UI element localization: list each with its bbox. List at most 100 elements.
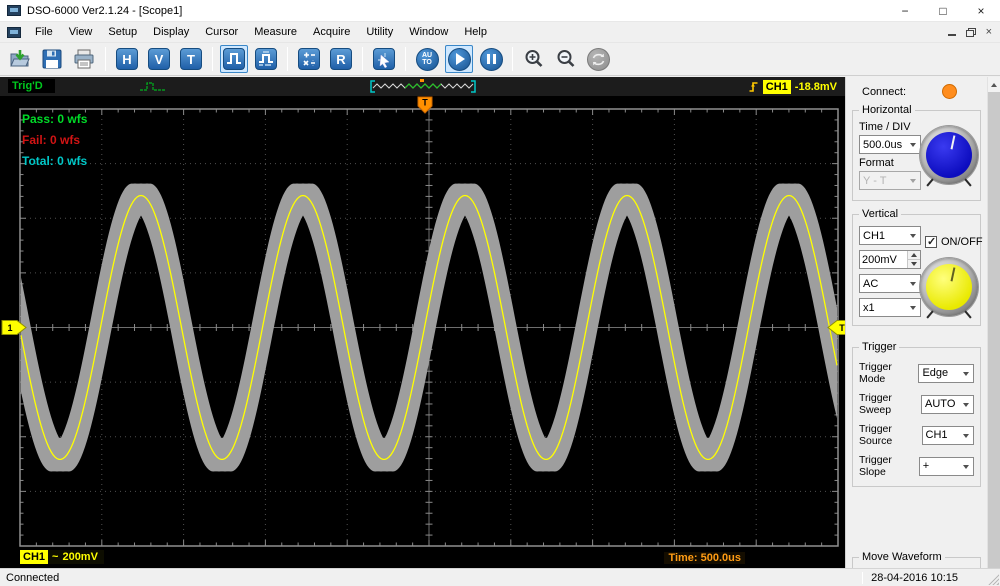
menu-item-file[interactable]: File — [27, 24, 61, 40]
channel-onoff-checkbox[interactable] — [925, 236, 937, 248]
toolbar-separator — [405, 47, 406, 71]
pause-icon — [480, 48, 503, 71]
coupling-select[interactable]: AC — [859, 274, 921, 293]
spin-up-button[interactable] — [908, 251, 920, 260]
mdi-restore-button[interactable] — [966, 28, 976, 37]
window-title: DSO-6000 Ver2.1.24 - [Scope1] — [27, 5, 182, 17]
minimize-button[interactable]: − — [886, 0, 924, 21]
trigger-slope-select[interactable]: + — [919, 457, 974, 476]
app-icon — [7, 5, 21, 16]
volts-div-input[interactable] — [860, 251, 907, 268]
zoom-out-icon — [555, 48, 577, 70]
statusbar-separator — [862, 572, 863, 584]
horizontal-settings-button[interactable]: H — [113, 45, 141, 73]
toolbar: H V T — [0, 42, 1000, 76]
printer-icon — [73, 48, 95, 70]
trigger-readout: CH1 -18.8mV — [748, 79, 837, 94]
zoom-out-button[interactable] — [552, 45, 580, 73]
run-button[interactable] — [445, 45, 473, 73]
total-count: Total: 0 wfs — [22, 154, 87, 168]
mask-limits-button[interactable] — [252, 45, 280, 73]
scroll-up-button[interactable] — [988, 77, 1000, 92]
onoff-label: ON/OFF — [941, 236, 983, 248]
channel-select[interactable]: CH1 — [859, 226, 921, 245]
waveform-preview[interactable] — [367, 79, 479, 94]
connection-status: Connected — [0, 572, 862, 584]
resize-grip[interactable] — [987, 573, 999, 585]
auto-setup-button[interactable]: AU TO — [413, 45, 441, 73]
probe-select[interactable]: x1 — [859, 298, 921, 317]
spin-down-button[interactable] — [908, 260, 920, 268]
maximize-button[interactable]: □ — [924, 0, 962, 21]
pulse-indicator-icon — [138, 80, 168, 93]
move-waveform-title: Move Waveform — [859, 551, 945, 563]
trigger-settings-button[interactable]: T — [177, 45, 205, 73]
close-button[interactable]: × — [962, 0, 1000, 21]
trigger-slope-icon — [748, 80, 759, 93]
play-icon — [448, 48, 471, 71]
vertical-group-title: Vertical — [859, 208, 901, 220]
menu-item-view[interactable]: View — [61, 24, 101, 40]
print-button[interactable] — [70, 45, 98, 73]
menu-item-measure[interactable]: Measure — [246, 24, 305, 40]
trigger-source-select-wrap: CH1 — [922, 426, 975, 445]
menu-item-cursor[interactable]: Cursor — [197, 24, 246, 40]
menu-item-utility[interactable]: Utility — [358, 24, 401, 40]
channel-select-wrap: CH1 — [859, 226, 921, 245]
open-button[interactable] — [6, 45, 34, 73]
menu-item-display[interactable]: Display — [145, 24, 197, 40]
horizontal-group-title: Horizontal — [859, 104, 915, 116]
zoom-in-button[interactable] — [520, 45, 548, 73]
scope-status-bar: Trig'D CH1 -18.8mV — [0, 77, 845, 96]
scope-area: Trig'D CH1 -18.8mV T1T Pas — [0, 77, 845, 568]
save-floppy-icon — [41, 48, 63, 70]
vertical-knob[interactable] — [920, 258, 978, 316]
coupling-symbol: ~ — [52, 551, 58, 563]
toolbar-separator — [512, 47, 513, 71]
trigger-status: Trig'D — [8, 79, 55, 93]
vertical-settings-button[interactable]: V — [145, 45, 173, 73]
channel-scale: 200mV — [62, 551, 97, 563]
horizontal-group: Horizontal Time / DIV 500.0us Format Y -… — [852, 104, 981, 201]
trigger-source-label: Trigger Source — [859, 423, 922, 447]
timebase-readout: Time: 500.0us — [664, 552, 745, 564]
save-button[interactable] — [38, 45, 66, 73]
menu-item-window[interactable]: Window — [401, 24, 456, 40]
probe-select-wrap: x1 — [859, 298, 921, 317]
reference-button[interactable]: R — [327, 45, 355, 73]
refresh-icon — [587, 48, 610, 71]
zoom-in-icon — [523, 48, 545, 70]
pass-fail-mask-button[interactable] — [220, 45, 248, 73]
panel-scrollbar[interactable] — [987, 77, 1000, 568]
menu-item-setup[interactable]: Setup — [100, 24, 145, 40]
horizontal-knob[interactable] — [920, 126, 978, 184]
trigger-sweep-select-wrap: AUTO — [921, 395, 974, 414]
pause-button[interactable] — [477, 45, 505, 73]
trigger-group-title: Trigger — [859, 341, 899, 353]
trigger-source-select[interactable]: CH1 — [922, 426, 975, 445]
time-div-select[interactable]: 500.0us — [859, 135, 921, 154]
mdi-close-button[interactable]: × — [986, 28, 992, 37]
pointer-icon — [373, 48, 395, 70]
scope-doc-icon[interactable] — [7, 27, 21, 38]
trigger-mode-select[interactable]: Edge — [918, 364, 974, 383]
r-letter-icon: R — [330, 48, 352, 70]
connect-status-indicator[interactable] — [942, 84, 957, 99]
fail-count: Fail: 0 wfs — [22, 133, 80, 147]
trigger-sweep-select[interactable]: AUTO — [921, 395, 974, 414]
format-select-wrap: Y - T — [859, 171, 921, 190]
trigger-slope-label: Trigger Slope — [859, 454, 919, 478]
h-letter-icon: H — [116, 48, 138, 70]
scope-display: T1T Pass: 0 wfs Fail: 0 wfs Total: 0 wfs… — [0, 96, 845, 568]
refresh-button[interactable] — [584, 45, 612, 73]
auto-icon: AU TO — [416, 48, 439, 71]
menu-item-acquire[interactable]: Acquire — [305, 24, 358, 40]
channel-position-marker-label: 1 — [7, 323, 12, 333]
format-select: Y - T — [859, 171, 921, 190]
menu-item-help[interactable]: Help — [456, 24, 495, 40]
statusbar: Connected 28-04-2016 10:15 — [0, 568, 1000, 586]
mdi-minimize-button[interactable] — [948, 28, 956, 36]
math-button[interactable] — [295, 45, 323, 73]
cursor-tool-button[interactable] — [370, 45, 398, 73]
open-folder-icon — [9, 48, 31, 70]
